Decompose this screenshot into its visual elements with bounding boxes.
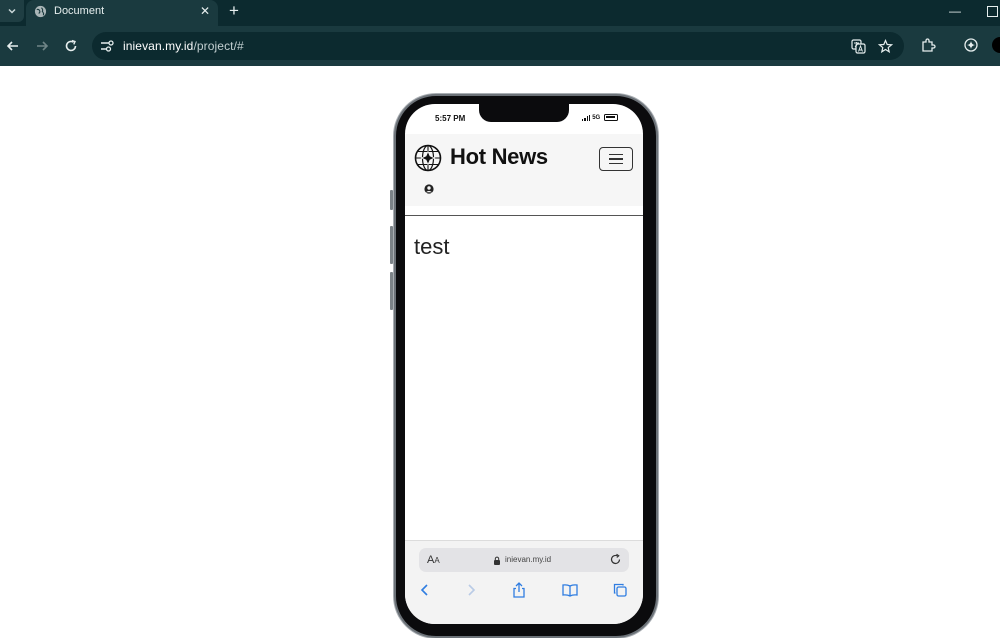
forward-button[interactable] bbox=[32, 36, 52, 56]
tabs-icon bbox=[613, 583, 627, 597]
back-arrow-icon bbox=[6, 41, 18, 51]
gemini-icon bbox=[964, 38, 978, 52]
safari-bookmarks-button[interactable] bbox=[561, 581, 579, 599]
share-icon bbox=[513, 582, 525, 598]
star-icon bbox=[877, 38, 893, 53]
chevron-left-icon bbox=[420, 584, 428, 596]
phone-silent-switch bbox=[390, 190, 393, 210]
safari-tabs-button[interactable] bbox=[611, 581, 629, 599]
phone-volume-up bbox=[390, 226, 393, 264]
safari-forward-button[interactable] bbox=[462, 581, 480, 599]
back-button[interactable] bbox=[3, 36, 23, 56]
lock-icon bbox=[494, 556, 500, 565]
site-header: Hot News bbox=[405, 134, 643, 206]
header-divider bbox=[405, 215, 643, 216]
tab-list-button[interactable] bbox=[0, 0, 24, 22]
phone-screen: 5:57 PM 5G Hot News test AA inievan.my.i… bbox=[405, 104, 643, 624]
browser-tab-bar: Document ✕ + — bbox=[0, 0, 1000, 26]
globe-icon bbox=[34, 5, 47, 18]
status-time: 5:57 PM bbox=[435, 114, 466, 123]
bookmark-button[interactable] bbox=[877, 38, 893, 54]
translate-icon bbox=[850, 38, 866, 54]
text-size-button[interactable]: AA bbox=[427, 554, 440, 566]
battery-icon bbox=[604, 114, 619, 121]
url-text[interactable]: inievan.my.id/project/# bbox=[123, 39, 244, 53]
user-circle-icon[interactable] bbox=[424, 184, 434, 194]
chevron-right-icon bbox=[468, 584, 476, 596]
signal-icon bbox=[582, 114, 591, 121]
hamburger-line bbox=[609, 162, 623, 164]
chevron-down-icon bbox=[8, 8, 16, 14]
site-info-icon[interactable] bbox=[100, 39, 114, 53]
safari-address-bar[interactable]: AA inievan.my.id bbox=[419, 548, 629, 572]
reload-icon[interactable] bbox=[609, 553, 622, 566]
safari-bottom-bar: AA inievan.my.id bbox=[405, 540, 643, 624]
safari-share-button[interactable] bbox=[510, 581, 528, 599]
status-indicators: 5G bbox=[582, 114, 619, 121]
safari-domain: inievan.my.id bbox=[505, 555, 552, 564]
browser-tab[interactable]: Document ✕ bbox=[26, 0, 218, 26]
globe-logo-icon[interactable] bbox=[414, 144, 442, 172]
reload-button[interactable] bbox=[61, 36, 81, 56]
hamburger-line bbox=[609, 154, 623, 156]
site-brand[interactable]: Hot News bbox=[450, 144, 548, 170]
phone-notch bbox=[479, 104, 569, 122]
url-host: inievan.my.id bbox=[123, 39, 194, 53]
reload-icon bbox=[65, 39, 77, 52]
translate-button[interactable] bbox=[850, 38, 866, 54]
minimize-button[interactable]: — bbox=[949, 4, 961, 18]
safari-back-button[interactable] bbox=[416, 581, 434, 599]
navbar-toggle-button[interactable] bbox=[599, 147, 633, 171]
phone-volume-down bbox=[390, 272, 393, 310]
book-icon bbox=[562, 584, 578, 597]
gemini-button[interactable] bbox=[962, 36, 980, 54]
tab-close-icon[interactable]: ✕ bbox=[200, 4, 210, 18]
extensions-icon bbox=[922, 38, 936, 52]
extensions-button[interactable] bbox=[919, 36, 937, 54]
address-bar[interactable]: inievan.my.id/project/# bbox=[92, 32, 904, 60]
page-content-heading: test bbox=[414, 234, 450, 259]
network-label: 5G bbox=[592, 114, 601, 121]
browser-toolbar: inievan.my.id/project/# bbox=[0, 26, 1000, 66]
maximize-button[interactable] bbox=[987, 6, 998, 17]
profile-avatar[interactable] bbox=[992, 37, 1000, 53]
url-path: /project/# bbox=[193, 39, 244, 53]
hamburger-line bbox=[609, 158, 623, 160]
text-size-small: A bbox=[434, 556, 440, 565]
new-tab-button[interactable]: + bbox=[229, 2, 239, 20]
tab-title: Document bbox=[54, 5, 105, 17]
forward-arrow-icon bbox=[37, 41, 49, 51]
